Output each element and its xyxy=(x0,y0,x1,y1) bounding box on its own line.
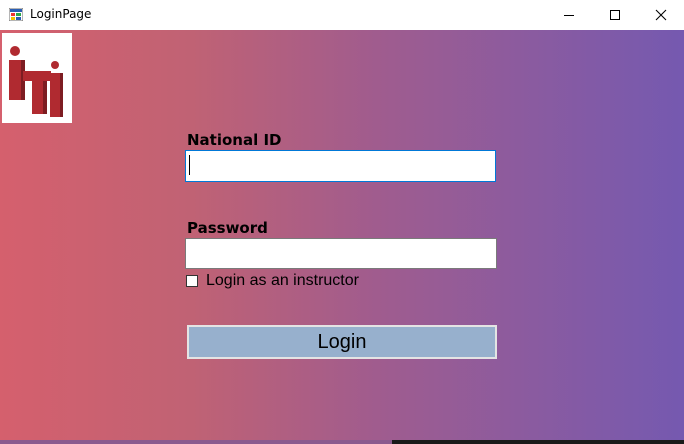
instructor-checkbox[interactable] xyxy=(186,275,198,287)
app-icon xyxy=(9,8,23,21)
password-label: Password xyxy=(187,219,268,237)
minimize-button[interactable] xyxy=(546,0,592,30)
maximize-icon xyxy=(610,10,620,20)
close-button[interactable] xyxy=(638,0,684,30)
logo-image xyxy=(9,46,63,117)
window-title: LoginPage xyxy=(30,7,92,21)
text-caret xyxy=(189,155,190,175)
national-id-label: National ID xyxy=(187,131,282,149)
instructor-checkbox-label[interactable]: Login as an instructor xyxy=(206,272,359,290)
minimize-icon xyxy=(564,15,574,16)
maximize-button[interactable] xyxy=(592,0,638,30)
login-button[interactable]: Login xyxy=(187,325,497,359)
national-id-input[interactable] xyxy=(186,151,495,181)
taskbar-edge xyxy=(392,440,684,444)
iti-logo xyxy=(2,33,72,123)
login-panel xyxy=(0,30,684,444)
title-bar[interactable]: LoginPage xyxy=(0,0,684,30)
close-icon xyxy=(655,9,667,21)
national-id-field[interactable] xyxy=(185,150,496,182)
password-field[interactable] xyxy=(185,238,497,269)
password-input[interactable] xyxy=(186,239,496,268)
